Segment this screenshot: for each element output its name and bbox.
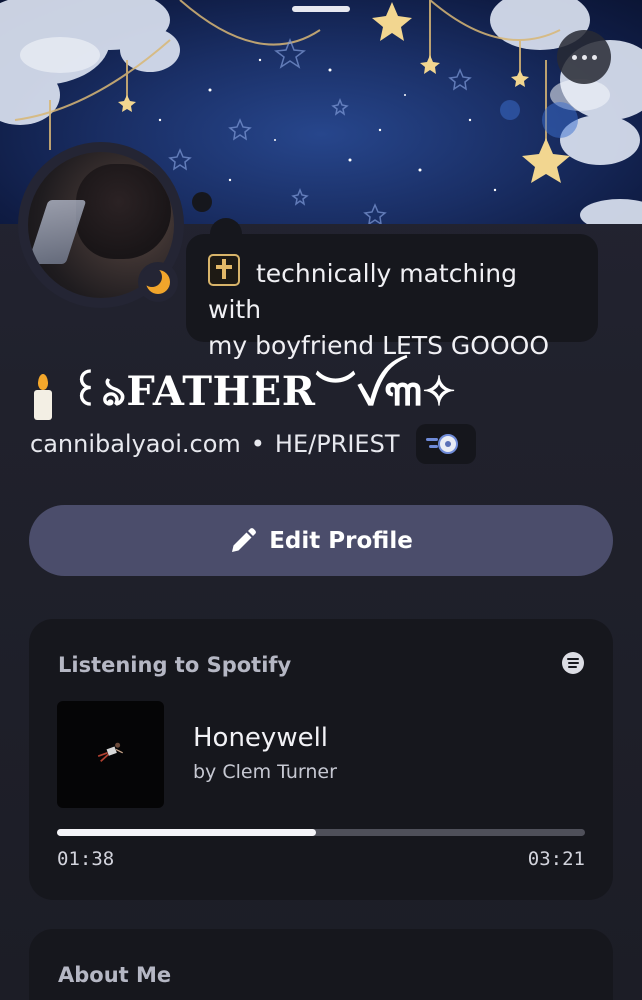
separator: • — [250, 430, 265, 458]
edit-profile-button[interactable]: Edit Profile — [29, 505, 613, 576]
hypesquad-badge-icon[interactable] — [415, 424, 476, 464]
profile-subline: cannibalyaoi.com • HE/PRIEST — [30, 424, 476, 464]
candle-emoji-icon — [30, 374, 56, 420]
about-me-title: About Me — [58, 963, 172, 987]
more-options-button[interactable] — [557, 30, 611, 84]
elapsed-time: 01:38 — [57, 848, 115, 870]
presence-status — [138, 262, 178, 302]
edit-profile-label: Edit Profile — [269, 527, 413, 554]
playback-progress-fill — [57, 829, 316, 836]
custom-status-bubble[interactable]: technically matching with my boyfriend L… — [186, 234, 598, 360]
track-duration: 03:21 — [527, 848, 585, 870]
profile-sheet: technically matching with my boyfriend L… — [0, 0, 642, 1000]
more-horizontal-icon — [571, 54, 577, 60]
drag-handle[interactable] — [292, 6, 350, 12]
playback-progress-bar — [57, 829, 585, 836]
cross-emoji-icon — [208, 254, 240, 286]
pencil-icon — [232, 527, 257, 552]
track-artist[interactable]: by Clem Turner — [193, 761, 337, 783]
track-title[interactable]: Honeywell — [193, 723, 328, 753]
thought-bubble-dot — [192, 192, 212, 212]
website-link[interactable]: cannibalyaoi.com — [30, 430, 241, 458]
falling-figure-artwork — [97, 742, 123, 762]
pronouns: HE/PRIEST — [274, 430, 400, 458]
spotify-section-title: Listening to Spotify — [58, 653, 292, 677]
status-text-line1: technically matching with — [208, 259, 517, 324]
moon-idle-icon — [143, 267, 170, 294]
spotify-icon[interactable] — [562, 652, 584, 674]
display-name: ꒰⁠ঌFATHER︶ꪜ꧑✧ — [30, 368, 456, 422]
album-art[interactable] — [57, 701, 164, 808]
spotify-activity-card: Listening to Spotify Honeywell by Clem T… — [29, 619, 613, 900]
about-me-card: About Me — [29, 929, 613, 1000]
